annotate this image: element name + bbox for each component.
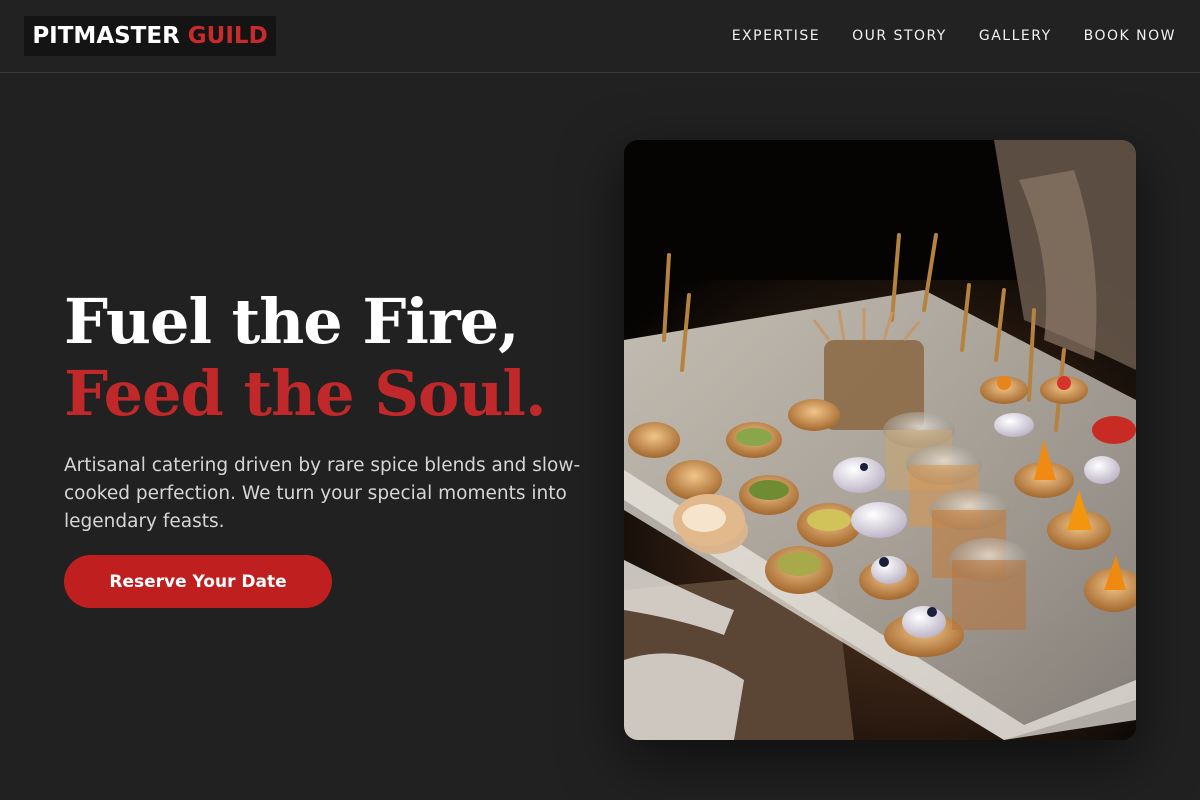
hero-title-line-1: Fuel the Fire, (64, 285, 520, 358)
nav-link-book-now[interactable]: BOOK NOW (1084, 28, 1176, 44)
main-nav: EXPERTISE OUR STORY GALLERY BOOK NOW (732, 0, 1176, 72)
nav-link-expertise[interactable]: EXPERTISE (732, 28, 820, 44)
logo-part-2: GUILD (187, 23, 268, 49)
hero-image (624, 140, 1136, 740)
logo-part-1: PITMASTER (32, 23, 180, 49)
hero-description: Artisanal catering driven by rare spice … (64, 455, 581, 532)
nav-link-gallery[interactable]: GALLERY (979, 28, 1052, 44)
hero-title: Fuel the Fire, Feed the Soul. (64, 286, 604, 430)
brand-logo[interactable]: PITMASTER GUILD (24, 16, 276, 56)
hero-title-line-2: Feed the Soul. (64, 357, 547, 430)
reserve-date-button[interactable]: Reserve Your Date (64, 555, 332, 608)
site-header: PITMASTER GUILD EXPERTISE OUR STORY GALLE… (0, 0, 1200, 73)
nav-link-our-story[interactable]: OUR STORY (852, 28, 947, 44)
